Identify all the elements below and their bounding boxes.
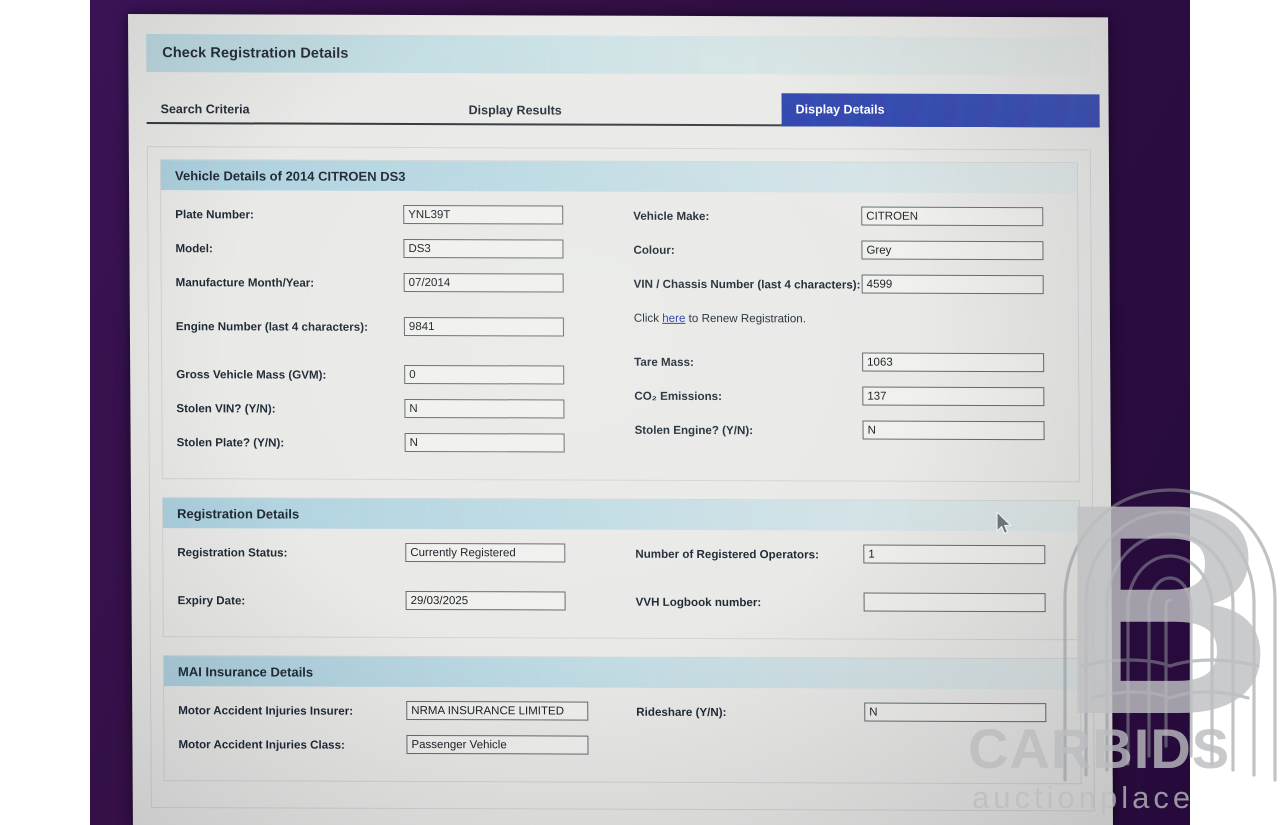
section-vehicle-details-header: Vehicle Details of 2014 CITROEN DS3 <box>160 160 1078 194</box>
renew-registration-line: Click here to Renew Registration. <box>634 308 1064 328</box>
value-plate-number[interactable]: YNL39T <box>403 204 564 225</box>
label-registration-status: Registration Status: <box>177 546 288 560</box>
label-mai-class: Motor Accident Injuries Class: <box>178 738 345 752</box>
registration-left-column: Registration Status: Currently Registere… <box>177 542 622 626</box>
label-vehicle-make: Vehicle Make: <box>633 209 710 224</box>
right-column-spacer <box>634 338 1064 354</box>
renew-suffix: to Renew Registration. <box>685 311 806 326</box>
tab-display-results[interactable]: Display Results <box>469 95 562 125</box>
field-stolen-engine: Stolen Engine? (Y/N): N <box>634 420 1064 444</box>
value-vvh-logbook-number[interactable] <box>863 592 1046 613</box>
content-panel: Vehicle Details of 2014 CITROEN DS3 Plat… <box>146 146 1095 812</box>
right-white-margin <box>1190 0 1280 825</box>
application-window: Check Registration Details Search Criter… <box>128 14 1113 825</box>
field-manufacture-month-year: Manufacture Month/Year: 07/2014 <box>176 272 602 295</box>
value-vin-chassis-number[interactable]: 4599 <box>861 274 1044 295</box>
field-model: Model: DS3 <box>175 238 601 261</box>
label-engine-number: Engine Number (last 4 characters): <box>175 320 368 334</box>
value-manufacture-month-year[interactable]: 07/2014 <box>403 272 564 293</box>
field-expiry-date: Expiry Date: 29/03/2025 <box>178 590 604 613</box>
registration-right-column: Number of Registered Operators: 1 VVH Lo… <box>621 544 1066 628</box>
label-rideshare: Rideshare (Y/N): <box>636 705 727 720</box>
tab-strip: Search Criteria Display Results Display … <box>146 93 1100 128</box>
label-gross-vehicle-mass: Gross Vehicle Mass (GVM): <box>176 368 327 382</box>
field-co2-emissions: CO₂ Emissions: 137 <box>634 386 1064 410</box>
tab-display-details[interactable]: Display Details <box>781 93 1100 128</box>
page-title: Check Registration Details <box>162 45 349 62</box>
insurance-right-column: Rideshare (Y/N): N <box>622 702 1066 772</box>
label-expiry-date: Expiry Date: <box>177 594 246 608</box>
field-gross-vehicle-mass: Gross Vehicle Mass (GVM): 0 <box>176 364 602 387</box>
value-tare-mass[interactable]: 1063 <box>862 352 1045 373</box>
insurance-left-column: Motor Accident Injuries Insurer: NRMA IN… <box>178 700 622 770</box>
vehicle-right-column: Vehicle Make: CITROEN Colour: Grey VIN /… <box>619 206 1065 470</box>
label-manufacture-month-year: Manufacture Month/Year: <box>175 276 315 290</box>
section-mai-insurance-details-header: MAI Insurance Details <box>163 656 1081 690</box>
label-number-of-registered-operators: Number of Registered Operators: <box>635 547 819 562</box>
value-stolen-vin[interactable]: N <box>404 398 565 419</box>
value-stolen-plate[interactable]: N <box>404 432 565 453</box>
section-mai-insurance-details-title: MAI Insurance Details <box>177 663 314 680</box>
label-co2-emissions: CO₂ Emissions: <box>634 389 723 404</box>
tab-search-criteria-label: Search Criteria <box>160 102 250 117</box>
section-vehicle-details: Vehicle Details of 2014 CITROEN DS3 Plat… <box>159 159 1080 483</box>
section-mai-insurance-details: MAI Insurance Details Motor Accident Inj… <box>162 655 1082 785</box>
field-vehicle-make: Vehicle Make: CITROEN <box>633 206 1063 230</box>
page-header: Check Registration Details <box>146 34 1091 76</box>
value-vehicle-make[interactable]: CITROEN <box>861 206 1044 227</box>
section-registration-details-header: Registration Details <box>162 498 1080 532</box>
value-engine-number[interactable]: 9841 <box>403 316 564 337</box>
field-plate-number: Plate Number: YNL39T <box>175 204 601 227</box>
section-registration-details-title: Registration Details <box>177 505 300 522</box>
field-colour: Colour: Grey <box>633 240 1063 264</box>
value-gross-vehicle-mass[interactable]: 0 <box>404 364 565 385</box>
label-vin-chassis-number: VIN / Chassis Number (last 4 characters)… <box>633 277 861 292</box>
section-registration-details-body: Registration Status: Currently Registere… <box>163 528 1080 639</box>
value-mai-class[interactable]: Passenger Vehicle <box>406 734 589 755</box>
label-tare-mass: Tare Mass: <box>634 355 694 369</box>
section-vehicle-details-body: Plate Number: YNL39T Model: DS3 Manufact… <box>161 190 1079 481</box>
label-plate-number: Plate Number: <box>175 208 254 222</box>
section-mai-insurance-details-body: Motor Accident Injuries Insurer: NRMA IN… <box>164 686 1081 783</box>
field-engine-number: Engine Number (last 4 characters): 9841 <box>176 316 602 339</box>
value-colour[interactable]: Grey <box>861 240 1044 261</box>
label-model: Model: <box>175 242 213 256</box>
tab-display-details-label: Display Details <box>795 101 885 117</box>
value-expiry-date[interactable]: 29/03/2025 <box>405 590 566 611</box>
value-stolen-engine[interactable]: N <box>862 420 1045 441</box>
value-number-of-registered-operators[interactable]: 1 <box>863 544 1046 565</box>
label-vvh-logbook-number: VVH Logbook number: <box>635 595 762 610</box>
field-registration-status: Registration Status: Currently Registere… <box>177 542 603 565</box>
tab-display-results-label: Display Results <box>468 103 562 118</box>
value-model[interactable]: DS3 <box>403 238 564 259</box>
section-vehicle-details-title: Vehicle Details of 2014 CITROEN DS3 <box>174 167 406 184</box>
label-mai-insurer: Motor Accident Injuries Insurer: <box>178 704 354 718</box>
field-vin-chassis-number: VIN / Chassis Number (last 4 characters)… <box>634 274 1064 298</box>
label-stolen-vin: Stolen VIN? (Y/N): <box>176 402 276 416</box>
photograph-of-monitor: Check Registration Details Search Criter… <box>0 0 1280 825</box>
field-tare-mass: Tare Mass: 1063 <box>634 352 1064 376</box>
vehicle-left-column: Plate Number: YNL39T Model: DS3 Manufact… <box>175 204 621 468</box>
field-mai-insurer: Motor Accident Injuries Insurer: NRMA IN… <box>178 700 604 723</box>
value-mai-insurer[interactable]: NRMA INSURANCE LIMITED <box>406 700 589 721</box>
field-stolen-vin: Stolen VIN? (Y/N): N <box>176 398 602 421</box>
renew-registration-link[interactable]: here <box>662 312 685 325</box>
value-co2-emissions[interactable]: 137 <box>862 386 1045 407</box>
field-vvh-logbook-number: VVH Logbook number: <box>636 592 1066 616</box>
field-number-of-registered-operators: Number of Registered Operators: 1 <box>635 544 1065 568</box>
field-stolen-plate: Stolen Plate? (Y/N): N <box>177 432 603 455</box>
monitor-screen: Check Registration Details Search Criter… <box>128 14 1113 825</box>
field-mai-class: Motor Accident Injuries Class: Passenger… <box>178 734 604 757</box>
renew-prefix: Click <box>633 311 663 325</box>
label-stolen-engine: Stolen Engine? (Y/N): <box>634 423 754 438</box>
label-colour: Colour: <box>633 243 675 257</box>
tab-search-criteria[interactable]: Search Criteria <box>160 94 250 124</box>
value-rideshare[interactable]: N <box>864 702 1047 723</box>
field-rideshare: Rideshare (Y/N): N <box>636 702 1066 726</box>
section-registration-details: Registration Details Registration Status… <box>161 497 1081 641</box>
value-registration-status[interactable]: Currently Registered <box>405 542 566 563</box>
label-stolen-plate: Stolen Plate? (Y/N): <box>176 436 285 450</box>
